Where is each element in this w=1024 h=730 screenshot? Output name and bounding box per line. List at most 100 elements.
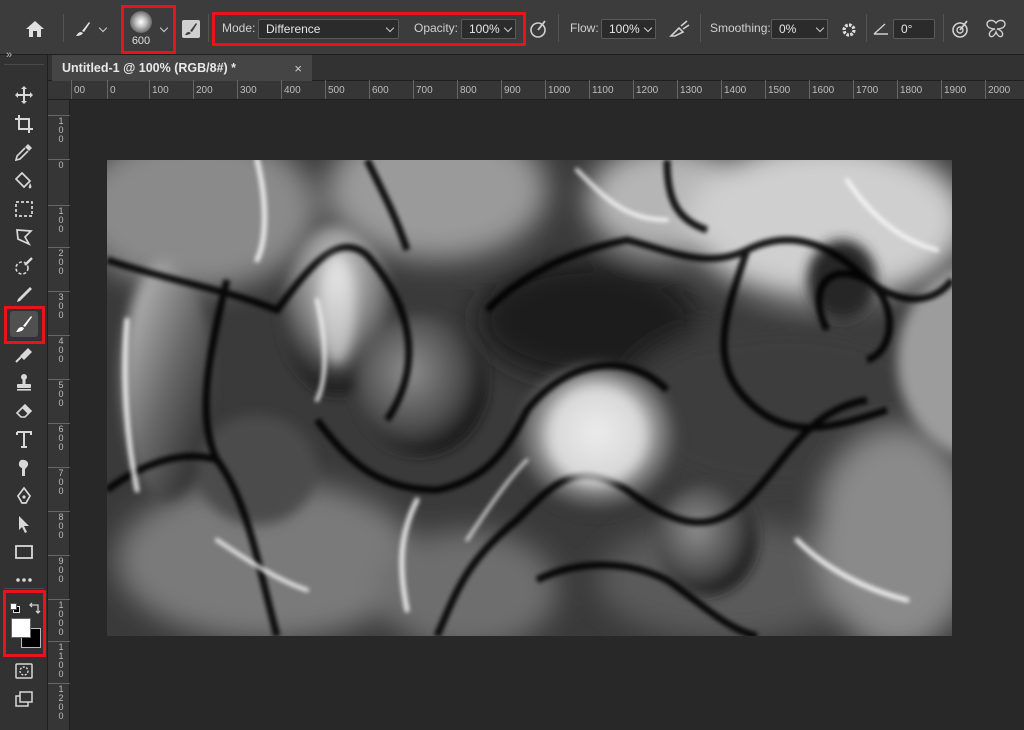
screen-mode-button[interactable] bbox=[10, 686, 38, 712]
ruler-tick bbox=[677, 80, 678, 99]
quick-selection-icon bbox=[15, 257, 33, 275]
color-swatches-highlight bbox=[3, 590, 46, 657]
rectangle-icon bbox=[15, 545, 33, 559]
close-icon[interactable]: × bbox=[294, 61, 302, 76]
ruler-label: 300 bbox=[58, 292, 64, 320]
path-selection-tool-button[interactable] bbox=[10, 511, 38, 537]
ruler-label: 1200 bbox=[58, 684, 64, 721]
ruler-label: 1000 bbox=[58, 600, 64, 637]
smoothing-input[interactable]: 0% bbox=[771, 19, 813, 39]
rectangle-tool-button[interactable] bbox=[10, 539, 38, 565]
photoshop-window: 600 Mode: Difference Opacity: 100% Flow:… bbox=[0, 0, 1024, 730]
crop-tool-button[interactable] bbox=[10, 111, 38, 137]
paint-bucket-tool-button[interactable] bbox=[10, 168, 38, 194]
ruler-tick bbox=[721, 80, 722, 99]
type-tool-button[interactable] bbox=[10, 426, 38, 452]
ruler-tick bbox=[897, 80, 898, 99]
smudge-icon bbox=[18, 459, 29, 476]
quick-selection-tool-button[interactable] bbox=[10, 253, 38, 279]
ruler-tick bbox=[633, 80, 634, 99]
document-tab[interactable]: Untitled-1 @ 100% (RGB/8#) * × bbox=[52, 55, 312, 81]
lasso-icon bbox=[16, 229, 33, 246]
ruler-label: 1400 bbox=[724, 85, 747, 96]
ruler-label: 300 bbox=[240, 85, 257, 96]
marquee-tool-button[interactable] bbox=[10, 196, 38, 222]
ruler-label: 700 bbox=[58, 468, 64, 496]
flow-label: Flow: bbox=[570, 21, 599, 35]
eyedropper-icon bbox=[14, 144, 32, 162]
ruler-label: 1800 bbox=[900, 85, 923, 96]
document-canvas[interactable] bbox=[107, 160, 952, 636]
ruler-tick bbox=[107, 80, 108, 99]
ruler-label: 2000 bbox=[988, 85, 1011, 96]
home-icon[interactable] bbox=[22, 16, 48, 42]
ruler-label: 200 bbox=[196, 85, 213, 96]
flow-dropdown-icon[interactable] bbox=[640, 19, 656, 39]
ruler-label: 1600 bbox=[812, 85, 835, 96]
ruler-label: 1300 bbox=[680, 85, 703, 96]
ruler-origin[interactable] bbox=[48, 81, 70, 100]
angle-input[interactable]: 0° bbox=[893, 19, 935, 39]
ruler-label: 100 bbox=[152, 85, 169, 96]
lasso-tool-button[interactable] bbox=[10, 224, 38, 250]
eraser-tool-button[interactable] bbox=[10, 397, 38, 423]
pen-tool-button[interactable] bbox=[10, 483, 38, 509]
healing-brush-tool-button[interactable] bbox=[10, 282, 38, 308]
quick-mask-button[interactable] bbox=[10, 658, 38, 684]
path-selection-icon bbox=[19, 516, 29, 533]
pen-icon bbox=[16, 486, 32, 504]
ruler-tick bbox=[71, 80, 72, 99]
ruler-label: 700 bbox=[416, 85, 433, 96]
brush-settings-panel-icon[interactable] bbox=[180, 18, 202, 40]
gear-icon[interactable] bbox=[838, 19, 860, 41]
ruler-label: 1000 bbox=[548, 85, 571, 96]
airbrush-icon[interactable] bbox=[668, 18, 692, 40]
pencil-icon bbox=[17, 287, 32, 302]
screen-mode-icon bbox=[15, 691, 33, 707]
ruler-tick bbox=[501, 80, 502, 99]
flow-input[interactable]: 100% bbox=[601, 19, 641, 39]
canvas-workspace[interactable] bbox=[70, 100, 1024, 730]
ruler-label: 900 bbox=[504, 85, 521, 96]
ruler-tick bbox=[149, 80, 150, 99]
difference-clouds-artwork bbox=[107, 160, 952, 636]
brush-tool-preset-icon[interactable] bbox=[72, 18, 94, 40]
ruler-tick bbox=[809, 80, 810, 99]
ruler-label: 0 bbox=[58, 160, 64, 170]
ruler-label: 800 bbox=[460, 85, 477, 96]
ruler-label: 500 bbox=[328, 85, 345, 96]
horizontal-ruler[interactable]: 00 0 100 200 300 400 500 600 700 800 900 1000 1100 12… bbox=[70, 80, 1024, 100]
ruler-label: 1700 bbox=[856, 85, 879, 96]
type-icon bbox=[16, 431, 32, 448]
smudge-tool-button[interactable] bbox=[10, 455, 38, 481]
clone-stamp-icon bbox=[17, 374, 31, 391]
smoothing-label: Smoothing: bbox=[710, 21, 771, 35]
eyedropper-tool-button[interactable] bbox=[10, 139, 38, 165]
angle-icon bbox=[872, 21, 890, 37]
ruler-tick bbox=[941, 80, 942, 99]
toolbar-collapse-button[interactable]: » bbox=[6, 49, 12, 61]
smoothing-dropdown-icon[interactable] bbox=[812, 19, 828, 39]
ruler-label: 100 bbox=[58, 116, 64, 144]
brush-tool-highlight bbox=[4, 306, 45, 344]
move-icon bbox=[15, 86, 33, 104]
clone-stamp-tool-button[interactable] bbox=[10, 369, 38, 395]
ruler-label: 900 bbox=[58, 556, 64, 584]
ruler-label: 500 bbox=[58, 380, 64, 408]
ruler-tick bbox=[589, 80, 590, 99]
tool-preset-dropdown-icon[interactable] bbox=[96, 22, 110, 36]
ruler-label: 600 bbox=[58, 424, 64, 452]
marquee-icon bbox=[15, 201, 33, 217]
move-tool-button[interactable] bbox=[10, 82, 38, 108]
symmetry-butterfly-icon[interactable] bbox=[984, 18, 1008, 40]
quick-mask-icon bbox=[15, 663, 33, 679]
crop-icon bbox=[15, 115, 33, 133]
vertical-ruler[interactable]: 100 0 100 200 300 400 500 600 700 800 900 1000 1100 1… bbox=[48, 81, 70, 730]
pressure-opacity-icon[interactable] bbox=[528, 18, 550, 40]
ruler-label: 1100 bbox=[58, 642, 64, 679]
pressure-size-icon[interactable] bbox=[950, 18, 972, 40]
ruler-tick bbox=[457, 80, 458, 99]
ruler-label: 600 bbox=[372, 85, 389, 96]
ruler-tick bbox=[237, 80, 238, 99]
history-brush-tool-button[interactable] bbox=[10, 341, 38, 367]
